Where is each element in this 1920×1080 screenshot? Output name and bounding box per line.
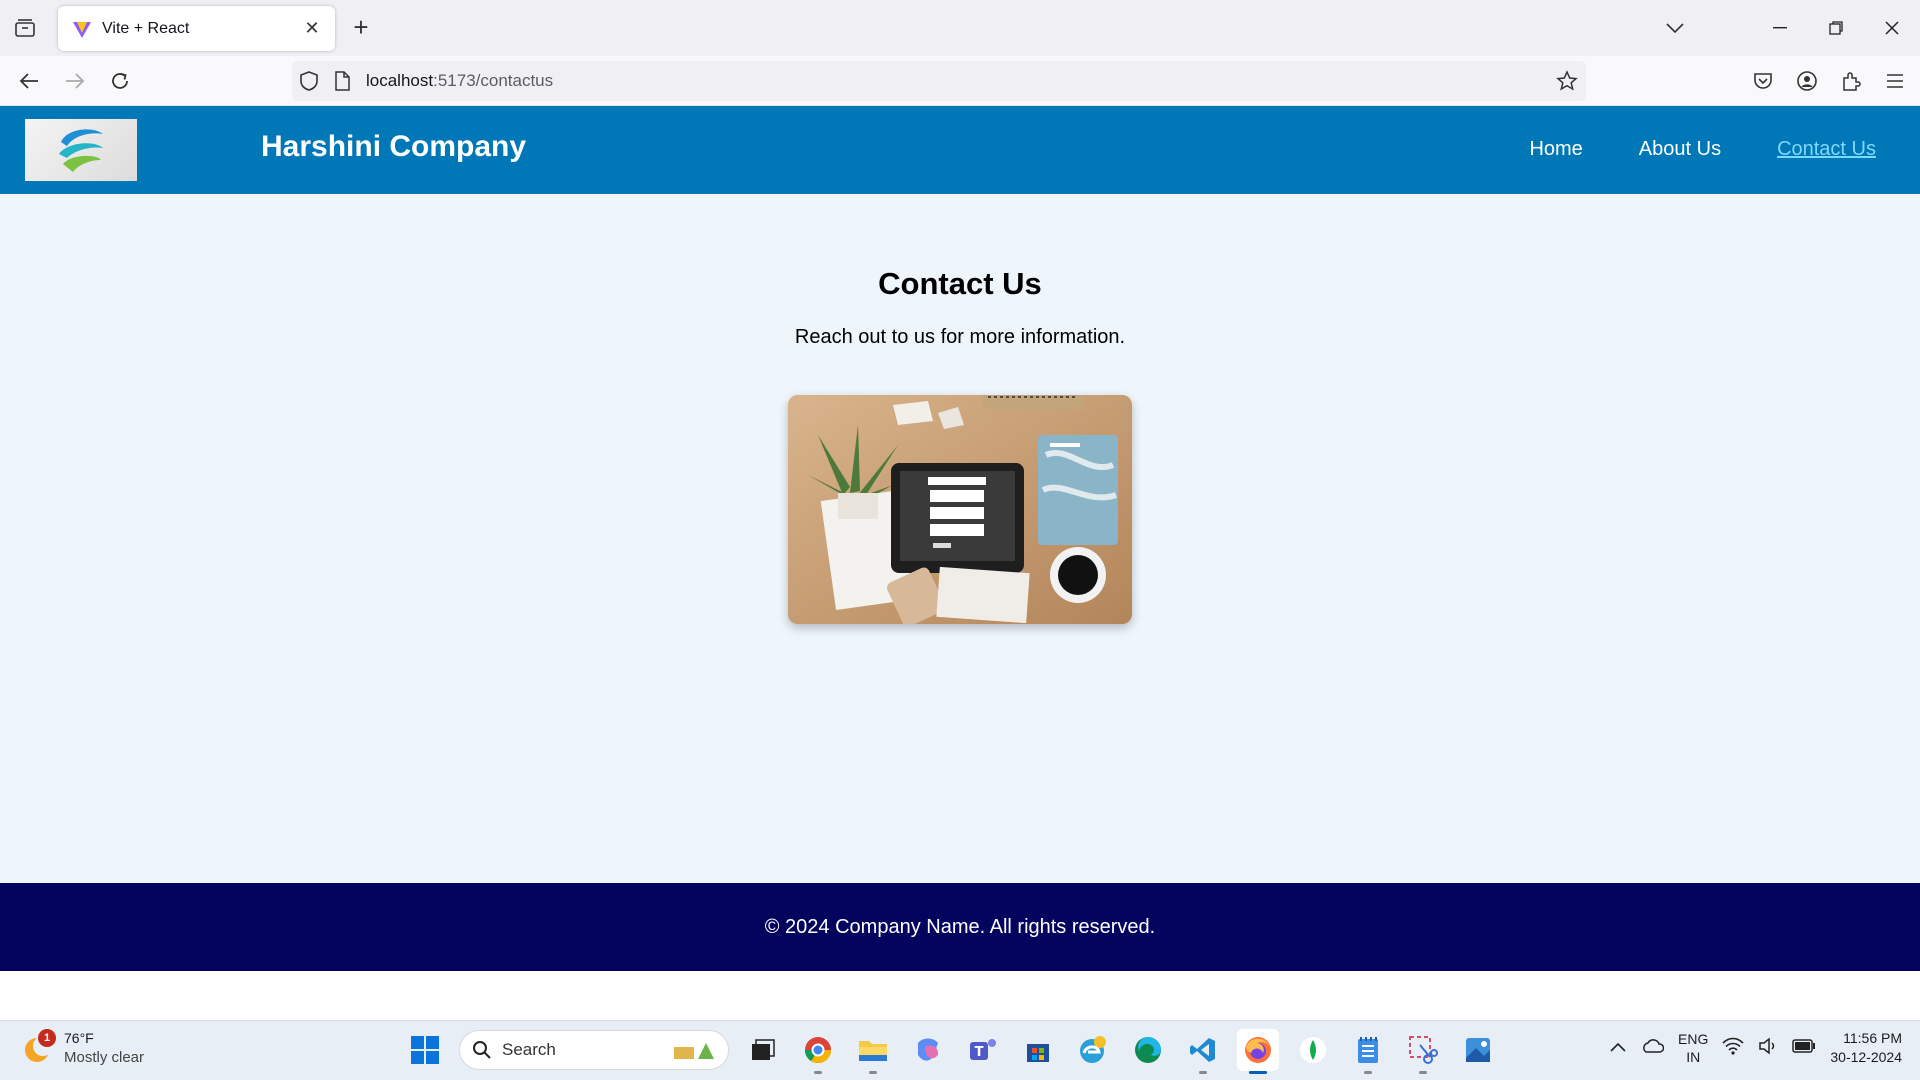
footer-text: © 2024 Company Name. All rights reserved…: [764, 915, 1156, 938]
chevron-down-icon[interactable]: [1660, 14, 1690, 42]
tab-title: Vite + React: [102, 19, 190, 37]
search-highlight-icon: [674, 1043, 714, 1059]
language-indicator[interactable]: ENG IN: [1678, 1030, 1708, 1066]
wifi-icon[interactable]: [1722, 1037, 1744, 1060]
svg-text:T: T: [975, 1045, 984, 1060]
page-title: Contact Us: [878, 266, 1042, 301]
contact-image: [788, 395, 1132, 624]
page-icon[interactable]: [334, 71, 350, 96]
copilot-icon[interactable]: [907, 1029, 949, 1071]
reload-icon[interactable]: [105, 66, 135, 96]
volume-icon[interactable]: [1758, 1036, 1778, 1060]
vite-favicon-icon: [73, 21, 91, 38]
vscode-icon[interactable]: [1182, 1029, 1224, 1074]
url-path: :5173/contactus: [433, 71, 554, 90]
weather-temp: 76°F: [64, 1030, 94, 1046]
notepad-icon[interactable]: [1347, 1029, 1389, 1074]
shield-icon[interactable]: [298, 70, 320, 97]
taskbar-search[interactable]: Search: [459, 1030, 729, 1070]
logo-swirl-icon: [59, 129, 103, 172]
edge-beta-icon[interactable]: [1072, 1029, 1114, 1071]
extensions-icon[interactable]: [1836, 66, 1866, 96]
main-content: Contact Us Reach out to us for more info…: [0, 194, 1920, 883]
url-host: localhost: [366, 71, 434, 90]
clock-date: 30-12-2024: [1830, 1049, 1902, 1065]
page-viewport: Harshini Company Home About Us Contact U…: [0, 106, 1920, 1020]
company-logo[interactable]: [25, 119, 137, 181]
weather-badge: 1: [38, 1029, 56, 1047]
firefox-icon[interactable]: [1237, 1029, 1279, 1074]
site-header: Harshini Company Home About Us Contact U…: [0, 106, 1920, 194]
file-explorer-icon[interactable]: [852, 1029, 894, 1074]
windows-start-icon[interactable]: [404, 1029, 446, 1071]
task-view-icon[interactable]: [742, 1029, 784, 1071]
close-window-icon[interactable]: [1864, 0, 1920, 56]
nav-link-about[interactable]: About Us: [1639, 138, 1721, 161]
url-bar[interactable]: localhost:5173/contactus: [292, 61, 1586, 101]
browser-tab-bar: Vite + React ✕ +: [0, 0, 1920, 56]
minimize-icon[interactable]: [1752, 0, 1808, 56]
lang-bottom: IN: [1686, 1049, 1701, 1065]
list-all-tabs-icon[interactable]: [12, 16, 38, 40]
clock[interactable]: 11:56 PM 30-12-2024: [1830, 1029, 1902, 1067]
snipping-tool-icon[interactable]: [1402, 1029, 1444, 1074]
weather-desc: Mostly clear: [64, 1049, 145, 1066]
clock-time: 11:56 PM: [1843, 1030, 1902, 1046]
weather-moon-icon: 1: [22, 1029, 56, 1065]
browser-tab[interactable]: Vite + React ✕: [58, 6, 335, 51]
weather-widget[interactable]: 1 76°F Mostly clear: [22, 1029, 144, 1067]
account-icon[interactable]: [1792, 66, 1822, 96]
chrome-icon[interactable]: [797, 1029, 839, 1074]
battery-icon[interactable]: [1792, 1038, 1816, 1058]
menu-icon[interactable]: [1880, 66, 1910, 96]
tab-close-icon[interactable]: ✕: [301, 18, 323, 40]
taskbar: 1 76°F Mostly clear Search T ENG IN 11:5…: [0, 1020, 1920, 1080]
photos-icon[interactable]: [1457, 1029, 1499, 1071]
mongodb-compass-icon[interactable]: [1292, 1029, 1334, 1071]
window-controls: [1752, 0, 1920, 56]
url-text[interactable]: localhost:5173/contactus: [366, 71, 553, 91]
page-subtitle: Reach out to us for more information.: [794, 326, 1126, 348]
onedrive-cloud-icon[interactable]: [1640, 1038, 1665, 1059]
teams-icon[interactable]: T: [962, 1029, 1004, 1071]
lang-top: ENG: [1678, 1031, 1709, 1047]
chevron-up-icon[interactable]: [1610, 1039, 1626, 1057]
site-nav: Home About Us Contact Us: [1529, 138, 1876, 161]
forward-arrow-icon[interactable]: [60, 66, 90, 96]
new-tab-icon[interactable]: +: [348, 12, 374, 42]
browser-nav-bar: localhost:5173/contactus: [0, 56, 1920, 106]
taskbar-apps: Search T: [404, 1029, 1499, 1074]
store-icon[interactable]: [1017, 1029, 1059, 1071]
site-footer: © 2024 Company Name. All rights reserved…: [0, 883, 1920, 971]
back-arrow-icon[interactable]: [14, 66, 44, 96]
edge-icon[interactable]: [1127, 1029, 1169, 1071]
bookmark-star-icon[interactable]: [1556, 70, 1578, 97]
pocket-icon[interactable]: [1748, 66, 1778, 96]
search-icon: [473, 1041, 491, 1059]
nav-link-contact[interactable]: Contact Us: [1777, 138, 1876, 161]
restore-icon[interactable]: [1808, 0, 1864, 56]
search-label: Search: [502, 1040, 556, 1059]
brand-name[interactable]: Harshini Company: [261, 130, 526, 164]
system-tray: ENG IN 11:56 PM 30-12-2024: [1610, 1029, 1902, 1067]
nav-link-home[interactable]: Home: [1529, 138, 1582, 161]
browser-toolbar: [1748, 66, 1910, 96]
